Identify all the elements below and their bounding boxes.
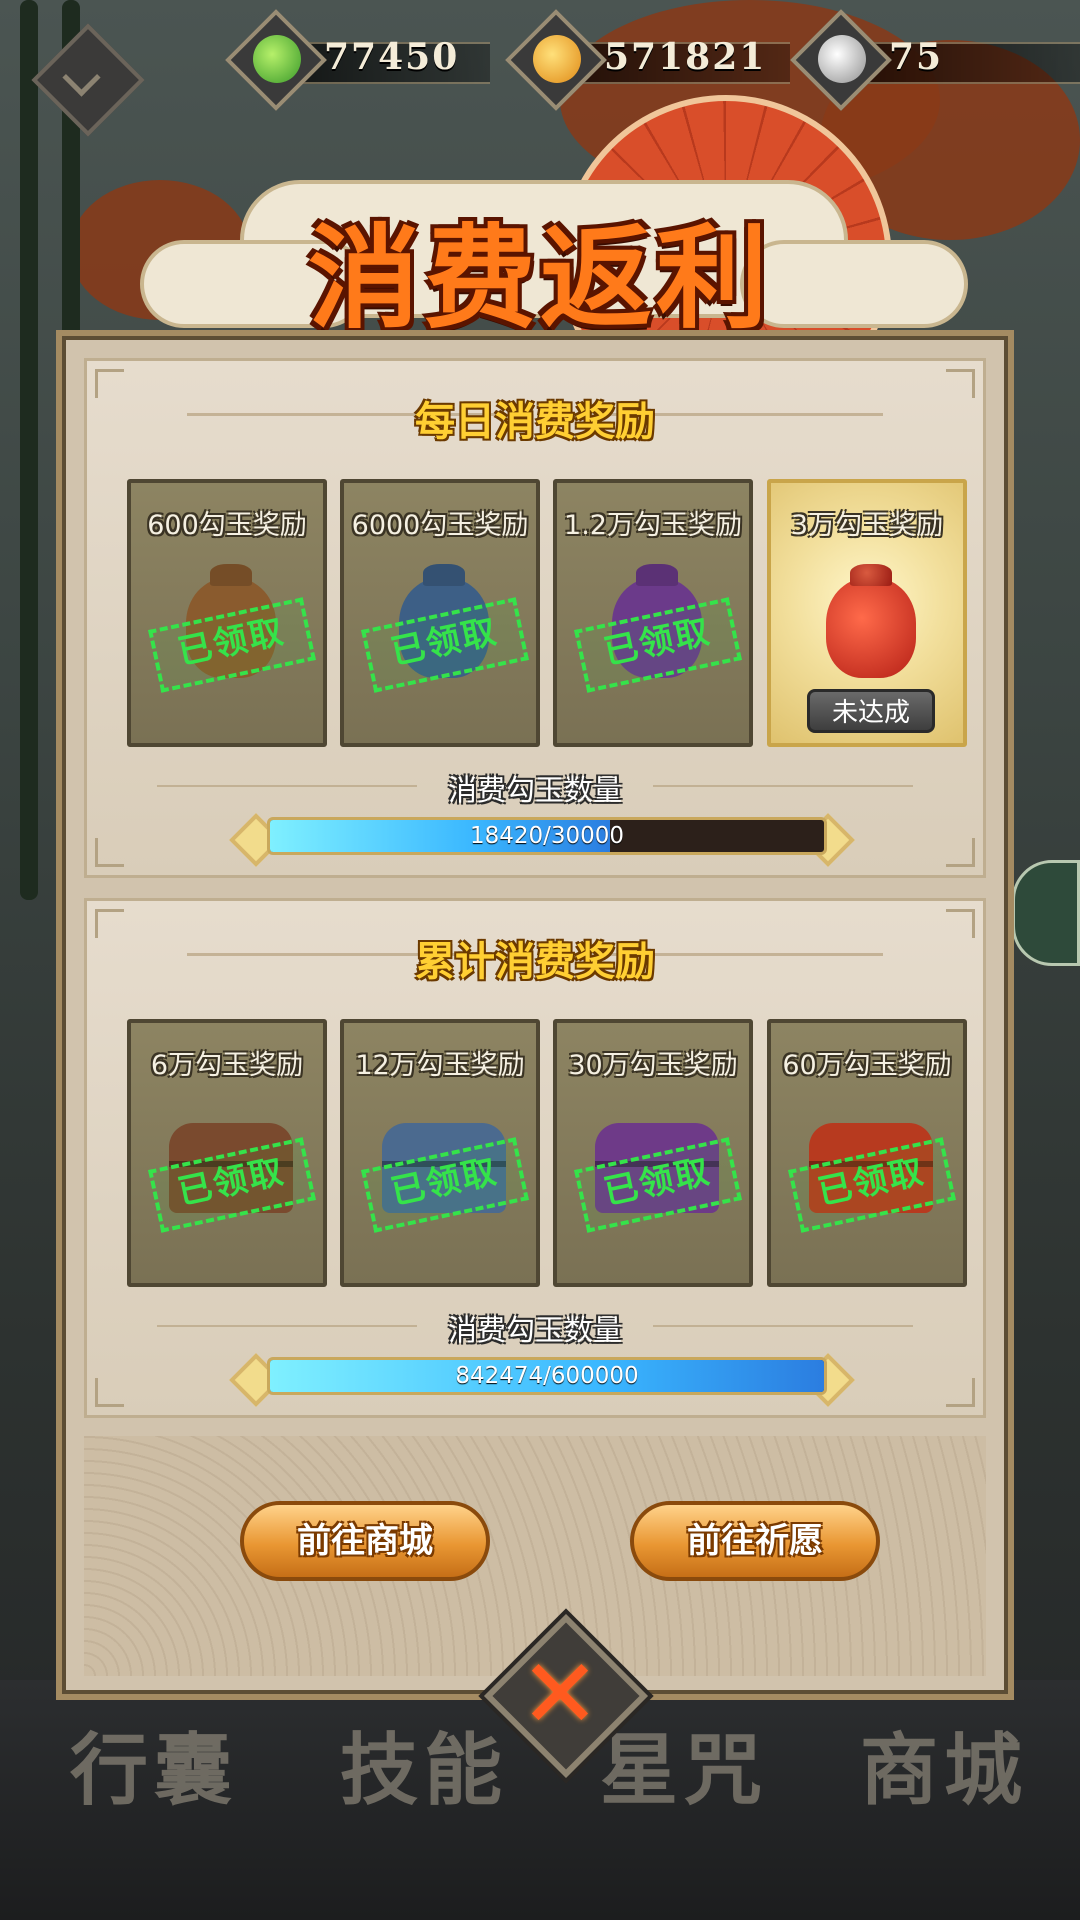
daily-reward-card-12k[interactable]: 1.2万勾玉奖励 已领取 — [553, 479, 753, 747]
cumulative-reward-card-120k[interactable]: 12万勾玉奖励 已领取 — [340, 1019, 540, 1287]
daily-progress-bar: 18420/30000 — [267, 817, 827, 855]
resource-magatama: 77450 — [225, 9, 500, 111]
not-reached-badge: 未达成 — [807, 689, 935, 733]
daily-progress-text: 18420/30000 — [469, 823, 625, 849]
card-label: 12万勾玉奖励 — [355, 1050, 525, 1081]
green-magatama-icon — [253, 35, 301, 83]
card-label: 60万勾玉奖励 — [782, 1050, 952, 1081]
daily-cards: 600勾玉奖励 已领取 6000勾玉奖励 已领取 1.2万勾玉奖励 已领取 3万… — [127, 479, 967, 749]
resource-value-coins: 571821 — [604, 36, 767, 78]
daily-qty-label: 消费勾玉数量 — [447, 773, 622, 807]
cumulative-section-title: 累计消费奖励 — [415, 939, 655, 985]
cumulative-reward-card-600k[interactable]: 60万勾玉奖励 已领取 — [767, 1019, 967, 1287]
card-label: 3万勾玉奖励 — [790, 510, 944, 541]
daily-reward-card-6000[interactable]: 6000勾玉奖励 已领取 — [340, 479, 540, 747]
daily-section-title: 每日消费奖励 — [415, 399, 655, 445]
goto-wish-button[interactable]: 前往祈愿 — [630, 1501, 880, 1581]
red-pouch-icon — [826, 578, 916, 678]
resource-orbs: 75 — [790, 9, 1080, 111]
silver-orb-icon — [818, 35, 866, 83]
claimed-stamp: 已领取 — [148, 597, 316, 693]
daily-reward-section: 每日消费奖励 600勾玉奖励 已领取 6000勾玉奖励 已领取 1.2万勾玉奖励… — [84, 358, 986, 878]
menu-toggle-button[interactable] — [30, 22, 145, 137]
claimed-stamp: 已领取 — [574, 597, 742, 693]
side-upgrade-icon — [1012, 860, 1080, 966]
resource-coins: 571821 — [505, 9, 800, 111]
close-icon: ✕ — [519, 1638, 601, 1750]
cumulative-progress-bar: 842474/600000 — [267, 1357, 827, 1395]
cumulative-cards: 6万勾玉奖励 已领取 12万勾玉奖励 已领取 30万勾玉奖励 已领取 60万勾玉… — [127, 1019, 967, 1289]
card-label: 1.2万勾玉奖励 — [564, 510, 742, 541]
daily-reward-card-600[interactable]: 600勾玉奖励 已领取 — [127, 479, 327, 747]
cumulative-reward-section: 累计消费奖励 6万勾玉奖励 已领取 12万勾玉奖励 已领取 30万勾玉奖励 已领… — [84, 898, 986, 1418]
card-label: 600勾玉奖励 — [147, 510, 307, 541]
claimed-stamp: 已领取 — [361, 597, 529, 693]
close-button[interactable]: ✕ — [480, 1610, 649, 1779]
cumulative-progress-text: 842474/600000 — [455, 1363, 639, 1389]
cumulative-reward-card-300k[interactable]: 30万勾玉奖励 已领取 — [553, 1019, 753, 1287]
cumulative-reward-card-60k[interactable]: 6万勾玉奖励 已领取 — [127, 1019, 327, 1287]
card-label: 6万勾玉奖励 — [150, 1050, 304, 1081]
rebate-panel: 每日消费奖励 600勾玉奖励 已领取 6000勾玉奖励 已领取 1.2万勾玉奖励… — [56, 330, 1014, 1700]
card-label: 6000勾玉奖励 — [351, 510, 529, 541]
bg-tab-bag: 行囊 — [70, 1725, 239, 1816]
goto-shop-button[interactable]: 前往商城 — [240, 1501, 490, 1581]
cumulative-qty-label: 消费勾玉数量 — [447, 1313, 622, 1347]
top-bar: 77450 571821 75 — [0, 0, 1080, 137]
bg-tab-shop: 商城 — [860, 1725, 1029, 1816]
daily-reward-card-30k[interactable]: 3万勾玉奖励 未达成 — [767, 479, 967, 747]
card-label: 30万勾玉奖励 — [568, 1050, 738, 1081]
gold-coin-icon — [533, 35, 581, 83]
title-banner: 消费返利 — [100, 140, 980, 350]
resource-value-orbs: 75 — [889, 36, 944, 78]
resource-value-magatama: 77450 — [324, 36, 460, 78]
page-title: 消费返利 — [308, 213, 772, 344]
